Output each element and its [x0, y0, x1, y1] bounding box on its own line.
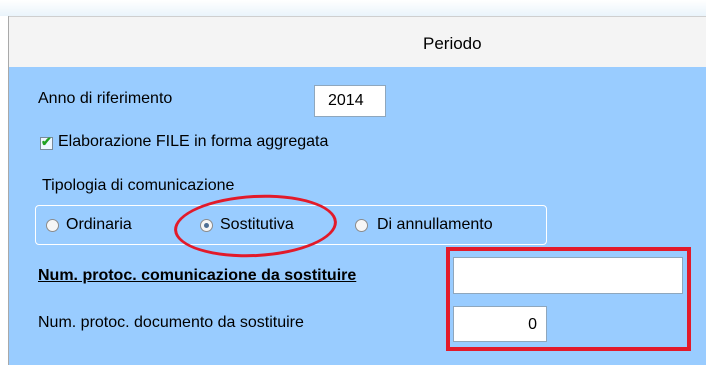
anno-label: Anno di riferimento [38, 90, 173, 107]
radio-ordinaria[interactable] [46, 219, 59, 232]
annotation-rectangle [446, 247, 691, 351]
aggregata-label: Elaborazione FILE in forma aggregata [58, 133, 329, 150]
tipologia-label: Tipologia di comunicazione [42, 177, 235, 194]
anno-input[interactable]: 2014 [314, 85, 386, 117]
radio-annullamento-label[interactable]: Di annullamento [377, 216, 493, 234]
section-title: Periodo [423, 34, 482, 53]
section-header: Periodo [9, 16, 706, 68]
anno-value: 2014 [328, 92, 364, 109]
check-icon: ✔ [41, 134, 52, 149]
window-top-strip [0, 0, 706, 16]
window: Periodo Anno di riferimento 2014 ✔ Elabo… [0, 0, 706, 365]
num-protoc-documento-label: Num. protoc. documento da sostituire [38, 314, 304, 331]
num-protoc-comunicazione-label: Num. protoc. comunicazione da sostituire [38, 267, 357, 284]
radio-ordinaria-label[interactable]: Ordinaria [66, 216, 132, 234]
radio-annullamento[interactable] [355, 219, 368, 232]
aggregata-checkbox[interactable]: ✔ [40, 134, 53, 150]
